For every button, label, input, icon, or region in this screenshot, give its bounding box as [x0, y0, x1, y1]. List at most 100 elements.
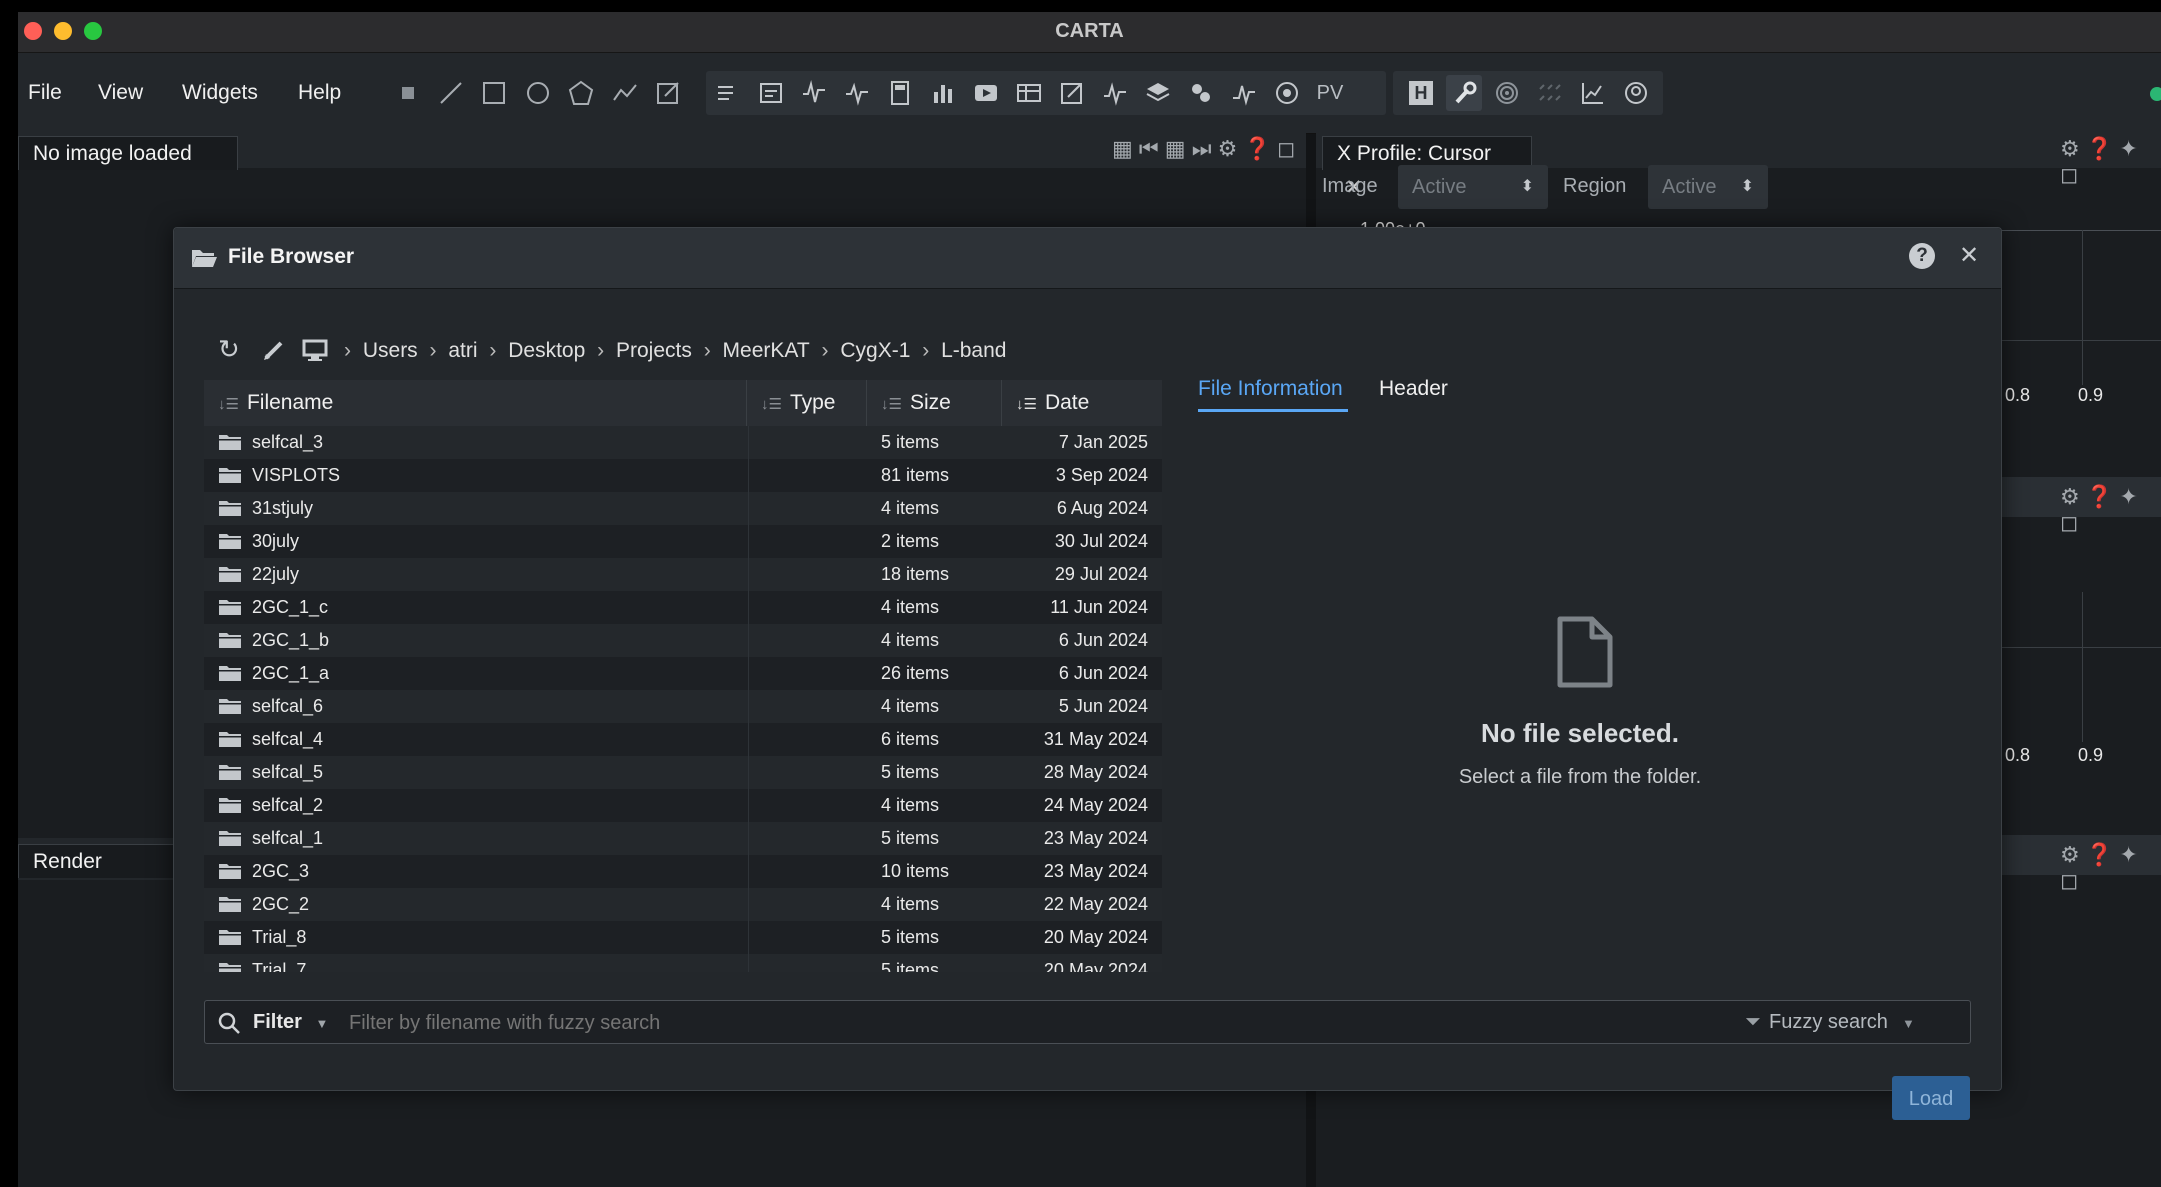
table-row[interactable]: Trial_8 5 items 20 May 2024 [204, 921, 1162, 955]
menu-view[interactable]: View [98, 81, 143, 105]
table-row[interactable]: 31stjuly 4 items 6 Aug 2024 [204, 492, 1162, 526]
breadcrumb-item[interactable]: L-band [941, 339, 1006, 362]
render-config-tab[interactable]: Render Configur [18, 844, 198, 878]
filename-cell: 2GC_1_c [252, 597, 329, 617]
region-list-icon[interactable] [710, 75, 746, 111]
menu-help[interactable]: Help [298, 81, 341, 105]
filename-cell: selfcal_5 [252, 762, 324, 782]
refresh-icon[interactable]: ↻ [218, 334, 240, 365]
table-row[interactable]: selfcal_4 6 items 31 May 2024 [204, 723, 1162, 757]
table-row[interactable]: 30july 2 items 30 Jul 2024 [204, 525, 1162, 559]
table-row[interactable]: VISPLOTS 81 items 3 Sep 2024 [204, 459, 1162, 493]
computer-icon[interactable] [302, 338, 328, 362]
help-icon[interactable]: ? [1909, 243, 1935, 269]
close-dialog-icon[interactable]: ✕ [1959, 241, 1979, 270]
image-fitting-icon[interactable] [1183, 75, 1219, 111]
image-panel-tab[interactable]: No image loaded [18, 136, 238, 170]
table-row[interactable]: 2GC_1_c 4 items 11 Jun 2024 [204, 591, 1162, 625]
edit-path-icon[interactable] [262, 338, 286, 362]
table-row[interactable]: selfcal_2 4 items 24 May 2024 [204, 789, 1162, 823]
table-row[interactable]: Trial_7 5 items 20 May 2024 [204, 954, 1162, 972]
pv-generator-button[interactable]: PV [1312, 75, 1348, 111]
breadcrumb-item[interactable]: CygX-1 [840, 339, 910, 362]
region-select[interactable]: Active ⬍ [1648, 165, 1768, 209]
breadcrumb-item[interactable]: Projects [616, 339, 692, 362]
render-config-icon[interactable] [1054, 75, 1090, 111]
histogram-icon[interactable] [925, 75, 961, 111]
size-cell: 5 items [881, 927, 940, 947]
table-row[interactable]: selfcal_5 5 items 28 May 2024 [204, 756, 1162, 790]
column-size[interactable]: ↓☰ Size [867, 380, 1002, 426]
spectral-controls-icon[interactable]: ⚙ ❓ ✦ ◻ [2060, 484, 2161, 536]
image-select-value: Active [1412, 176, 1467, 198]
animator-icon[interactable] [968, 75, 1004, 111]
breadcrumb-item[interactable]: atri [448, 339, 477, 362]
online-catalog-icon[interactable] [1269, 75, 1305, 111]
contour-icon[interactable] [1489, 75, 1525, 111]
sort-icon: ↓☰ [218, 396, 239, 413]
workspace-icon[interactable] [1618, 75, 1654, 111]
x-profile-controls-icon[interactable]: ⚙ ❓ ✦ ◻ [2060, 136, 2161, 188]
table-row[interactable]: selfcal_1 5 items 23 May 2024 [204, 822, 1162, 856]
header-button[interactable]: H [1403, 75, 1439, 111]
breadcrumb-item[interactable]: MeerKAT [723, 339, 810, 362]
search-mode-select[interactable]: ⏷ Fuzzy search ▼ [1745, 1011, 1915, 1034]
table-row[interactable]: 2GC_2 4 items 22 May 2024 [204, 888, 1162, 922]
column-type[interactable]: ↓☰ Type [747, 380, 867, 426]
spatial-profiler-icon[interactable] [796, 75, 832, 111]
tab-file-information[interactable]: File Information [1198, 377, 1343, 401]
filter-input[interactable] [347, 1007, 1651, 1039]
tab-header[interactable]: Header [1379, 377, 1448, 401]
log-icon[interactable] [753, 75, 789, 111]
table-row[interactable]: 2GC_1_b 4 items 6 Jun 2024 [204, 624, 1162, 658]
size-cell: 5 items [881, 432, 940, 452]
select-caret-icon: ⬍ [1740, 178, 1754, 195]
app-title: CARTA [1055, 20, 1124, 42]
column-date[interactable]: ↓☰ Date [1002, 380, 1162, 426]
table-row[interactable]: selfcal_6 4 items 5 Jun 2024 [204, 690, 1162, 724]
polyline-region-icon[interactable] [607, 75, 643, 111]
size-cell: 4 items [881, 597, 940, 617]
filter-type-select[interactable]: Filter ▼ [253, 1011, 328, 1034]
load-button[interactable]: Load [1892, 1076, 1970, 1120]
column-filename[interactable]: ↓☰ Filename [204, 380, 747, 426]
catalog-icon[interactable] [1011, 75, 1047, 111]
breadcrumb-item[interactable]: Users [363, 339, 418, 362]
filename-cell: 22july [252, 564, 300, 584]
folder-icon [219, 732, 241, 747]
third-panel-controls-icon[interactable]: ⚙ ❓ ✦ ◻ [2060, 842, 2161, 894]
empty-title: No file selected. [1481, 718, 1679, 748]
pv-label: PV [1316, 81, 1344, 104]
spectral-profiler-icon[interactable] [839, 75, 875, 111]
table-row[interactable]: 2GC_3 10 items 23 May 2024 [204, 855, 1162, 889]
size-cell: 4 items [881, 498, 940, 518]
menu-file[interactable]: File [28, 81, 62, 105]
point-region-icon[interactable] [390, 75, 426, 111]
date-cell: 6 Jun 2024 [1058, 630, 1148, 650]
annotation-edit-icon[interactable] [650, 75, 686, 111]
vector-overlay-icon[interactable] [1532, 75, 1568, 111]
layer-list-icon[interactable] [1140, 75, 1176, 111]
breadcrumb-item[interactable]: Desktop [508, 339, 585, 362]
line-region-icon[interactable] [433, 75, 469, 111]
table-row[interactable]: 2GC_1_a 26 items 6 Jun 2024 [204, 657, 1162, 691]
image-select[interactable]: Active ⬍ [1398, 165, 1548, 209]
cell-divider [747, 558, 749, 591]
image-fitting-xy-icon[interactable] [1575, 75, 1611, 111]
panel-controls-icon[interactable]: ▦ ⏮ ▦ ⏭ ⚙ ❓ ◻ [1112, 136, 1295, 162]
table-row[interactable]: 22july 18 items 29 Jul 2024 [204, 558, 1162, 592]
cell-divider [747, 822, 749, 855]
line-fitting-icon[interactable] [1226, 75, 1262, 111]
table-row[interactable]: selfcal_3 5 items 7 Jan 2025 [204, 426, 1162, 460]
folder-icon [219, 699, 241, 714]
menu-widgets[interactable]: Widgets [182, 81, 258, 105]
polygon-region-icon[interactable] [563, 75, 599, 111]
menu-toolbar: File View Widgets Help PV H [18, 53, 2161, 134]
select-caret-icon: ⬍ [1520, 178, 1534, 195]
rectangle-region-icon[interactable] [476, 75, 512, 111]
preferences-wrench-icon[interactable] [1446, 75, 1482, 111]
stokes-analysis-icon[interactable] [1097, 75, 1133, 111]
ellipse-region-icon[interactable] [520, 75, 556, 111]
folder-icon [219, 831, 241, 846]
statistics-icon[interactable] [882, 75, 918, 111]
